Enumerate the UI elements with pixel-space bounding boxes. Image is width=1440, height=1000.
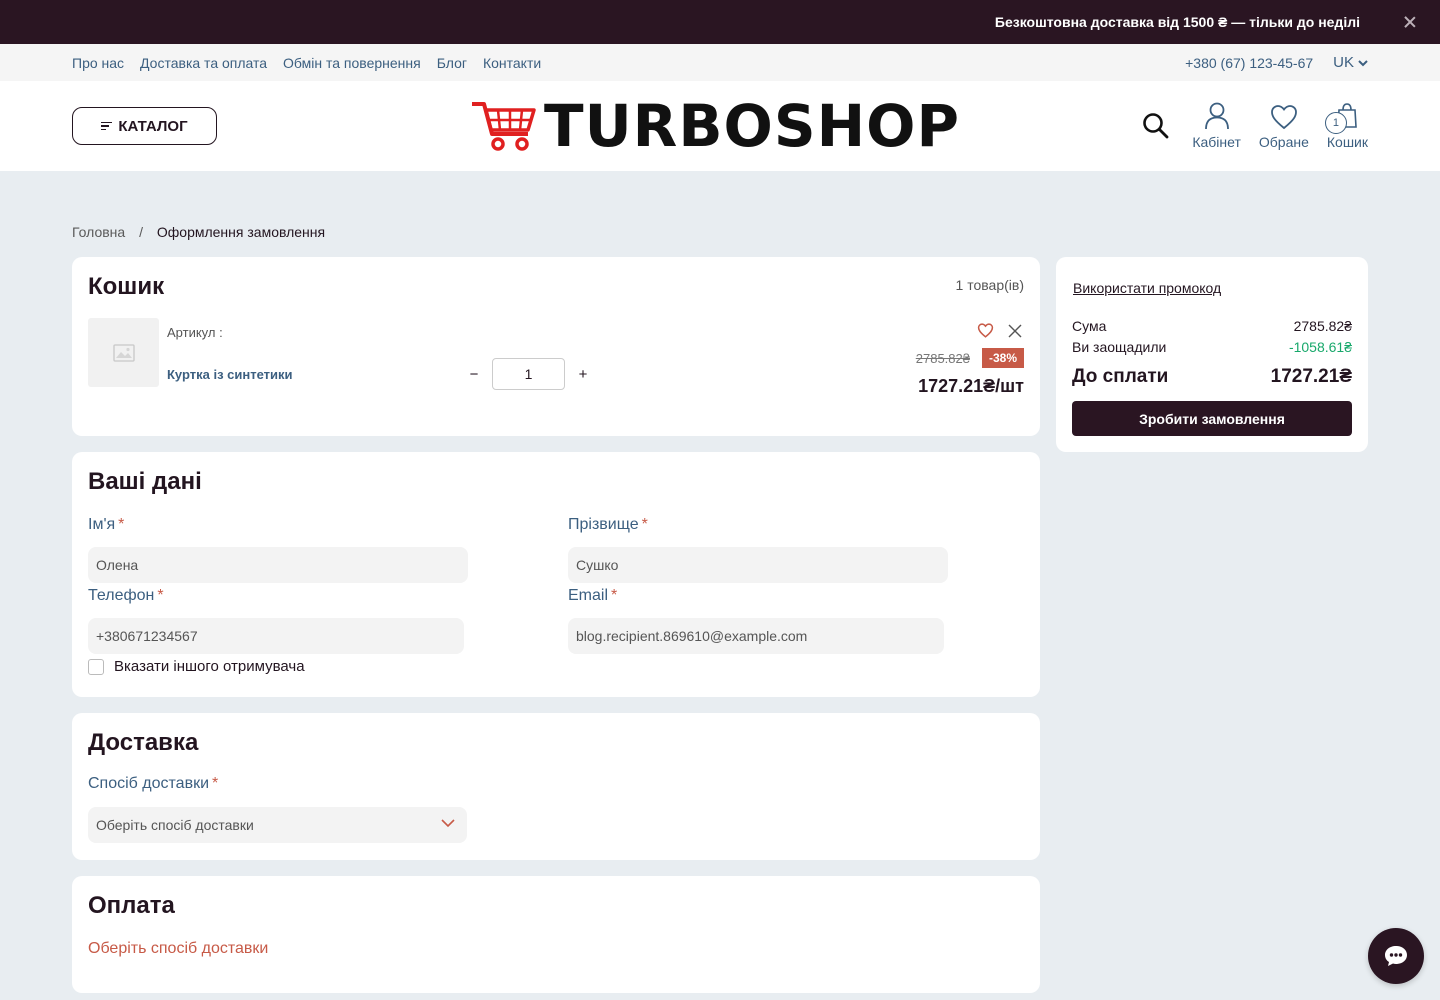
- required-mark: *: [611, 587, 618, 604]
- phone-label-text: Телефон: [88, 587, 155, 604]
- topnav-right: +380 (67) 123-45-67 UK: [1185, 54, 1368, 71]
- delivery-title: Доставка: [88, 729, 199, 756]
- payment-note: Оберіть спосіб доставки: [88, 940, 269, 957]
- other-recipient-checkbox[interactable]: [88, 658, 104, 675]
- required-mark: *: [118, 516, 125, 533]
- language-value: UK: [1333, 54, 1354, 71]
- promo-text: Безкоштовна доставка від 1500 ₴ — тільки…: [994, 14, 1360, 30]
- delivery-method-label-text: Спосіб доставки: [88, 775, 209, 792]
- cart-item-count: 1 товар(ів): [955, 277, 1024, 293]
- payment-card: Оплата Оберіть спосіб доставки: [72, 876, 1040, 993]
- product-image-placeholder[interactable]: [88, 318, 159, 387]
- required-mark: *: [641, 516, 648, 533]
- other-recipient-row[interactable]: Вказати іншого отримувача: [88, 658, 305, 675]
- cart-label: Кошик: [1326, 134, 1368, 150]
- delivery-method-select[interactable]: Оберіть спосіб доставки: [88, 807, 467, 843]
- sum-value: 2785.82₴: [1293, 318, 1352, 334]
- chat-button[interactable]: [1368, 928, 1424, 984]
- catalog-label: КАТАЛОГ: [118, 117, 188, 135]
- nav-link-exchange-return[interactable]: Обмін та повернення: [283, 55, 421, 71]
- customer-data-title: Ваші дані: [88, 468, 202, 495]
- quantity-input[interactable]: [492, 358, 565, 390]
- cart-link[interactable]: 1 Кошик: [1324, 102, 1368, 150]
- total-label: До сплати: [1072, 366, 1169, 387]
- nav-link-about[interactable]: Про нас: [72, 55, 124, 71]
- cart-card: Кошик 1 товар(ів) Артикул : Куртка із си…: [72, 257, 1040, 436]
- total-row: До сплати 1727.21₴: [1072, 366, 1352, 388]
- product-name-link[interactable]: Куртка із синтетики: [167, 367, 293, 382]
- unit-price: 1727.21₴/шт: [918, 376, 1024, 396]
- place-order-button[interactable]: Зробити замовлення: [1072, 401, 1352, 436]
- old-price: 2785.82₴: [915, 351, 970, 366]
- order-summary-card: Використати промокод Сума 2785.82₴ Ви за…: [1056, 257, 1368, 452]
- quantity-increase-button[interactable]: +: [577, 366, 589, 383]
- promo-code-link[interactable]: Використати промокод: [1073, 280, 1221, 296]
- last-name-input[interactable]: [568, 547, 948, 583]
- breadcrumb-current: Оформлення замовлення: [156, 224, 326, 240]
- total-value: 1727.21₴: [1270, 366, 1352, 387]
- breadcrumb-separator: /: [139, 224, 143, 240]
- saved-value: -1058.61₴: [1288, 339, 1352, 355]
- delivery-method-label: Спосіб доставки *: [88, 775, 218, 793]
- cart-title: Кошик: [88, 273, 165, 300]
- product-sku-label: Артикул :: [167, 325, 223, 340]
- customer-data-card: Ваші дані Ім'я* Прізвище* Телефон* Email…: [72, 452, 1040, 697]
- heart-icon[interactable]: [977, 323, 994, 338]
- phone-input[interactable]: [88, 618, 464, 654]
- delivery-method-placeholder: Оберіть спосіб доставки: [96, 817, 254, 833]
- main-header: КАТАЛОГ TURBOSHOP Кабінет Обране 1 Кошик: [0, 81, 1440, 171]
- language-selector[interactable]: UK: [1333, 54, 1368, 71]
- chevron-down-icon: [1358, 59, 1368, 66]
- search-icon[interactable]: [1142, 112, 1170, 140]
- sum-row: Сума 2785.82₴: [1072, 318, 1352, 334]
- nav-link-blog[interactable]: Блог: [437, 55, 467, 71]
- cart-count-badge: 1: [1324, 112, 1347, 134]
- logo-text: TURBOSHOP: [544, 92, 960, 160]
- breadcrumb: Головна / Оформлення замовлення: [72, 224, 325, 240]
- top-navigation: Про нас Доставка та оплата Обмін та пове…: [0, 44, 1440, 81]
- phone-link[interactable]: +380 (67) 123-45-67: [1185, 55, 1313, 71]
- email-input[interactable]: [568, 618, 944, 654]
- payment-title: Оплата: [88, 892, 175, 919]
- close-icon[interactable]: [1402, 14, 1418, 30]
- first-name-label-text: Ім'я: [88, 516, 116, 533]
- saved-row: Ви заощадили -1058.61₴: [1072, 339, 1352, 355]
- account-link[interactable]: Кабінет: [1192, 102, 1241, 150]
- favorites-link[interactable]: Обране: [1259, 104, 1309, 150]
- breadcrumb-home[interactable]: Головна: [72, 224, 125, 240]
- quantity-decrease-button[interactable]: −: [468, 366, 480, 383]
- user-icon: [1204, 102, 1229, 130]
- required-mark: *: [212, 775, 219, 792]
- discount-badge: -38%: [981, 348, 1024, 368]
- last-name-label: Прізвище *: [568, 516, 648, 534]
- chat-icon: [1385, 946, 1407, 966]
- catalog-button[interactable]: КАТАЛОГ: [72, 107, 217, 145]
- first-name-label: Ім'я *: [88, 516, 124, 534]
- last-name-label-text: Прізвище: [568, 516, 639, 533]
- email-label-text: Email: [568, 587, 609, 604]
- promo-bar: Безкоштовна доставка від 1500 ₴ — тільки…: [0, 0, 1440, 44]
- logo[interactable]: TURBOSHOP: [470, 97, 960, 155]
- phone-label: Телефон *: [88, 587, 164, 605]
- account-label: Кабінет: [1192, 134, 1241, 150]
- header-icons: Кабінет Обране 1 Кошик: [1142, 102, 1368, 150]
- other-recipient-label: Вказати іншого отримувача: [114, 658, 305, 675]
- required-mark: *: [157, 587, 164, 604]
- chevron-down-icon: [441, 819, 455, 828]
- cart-logo-icon: [472, 102, 536, 151]
- remove-icon[interactable]: [1008, 324, 1022, 338]
- nav-link-contacts[interactable]: Контакти: [483, 55, 541, 71]
- saved-label: Ви заощадили: [1072, 339, 1167, 355]
- menu-icon: [101, 121, 113, 131]
- first-name-input[interactable]: [88, 547, 468, 583]
- quantity-stepper: − +: [468, 358, 589, 390]
- heart-icon: [1270, 105, 1297, 130]
- sum-label: Сума: [1072, 318, 1107, 334]
- image-placeholder-icon: [112, 343, 135, 362]
- item-actions: [977, 323, 1022, 338]
- email-label: Email *: [568, 587, 617, 605]
- delivery-card: Доставка Спосіб доставки * Оберіть спосіб…: [72, 713, 1040, 860]
- nav-link-delivery-payment[interactable]: Доставка та оплата: [140, 55, 267, 71]
- favorites-label: Обране: [1258, 134, 1309, 150]
